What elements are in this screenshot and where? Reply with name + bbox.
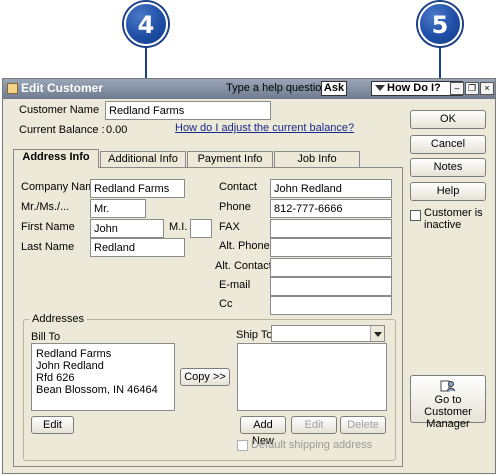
ship-to-textarea[interactable] — [237, 343, 387, 411]
callout-4: 4 — [124, 2, 168, 46]
first-name-label: First Name — [21, 221, 75, 233]
adjust-balance-link[interactable]: How do I adjust the current balance? — [175, 122, 354, 134]
cc-label: Cc — [219, 298, 233, 310]
customer-inactive-label-line1: Customer is — [424, 207, 483, 219]
salutation-label: Mr./Ms./... — [21, 201, 70, 213]
bill-to-line: Bean Blossom, IN 46464 — [36, 384, 158, 396]
ship-to-dropdown-arrow-icon[interactable] — [370, 326, 384, 341]
customer-inactive-checkbox[interactable] — [410, 210, 421, 221]
ship-to-edit-button[interactable]: Edit — [291, 416, 337, 434]
fax-input[interactable] — [270, 219, 392, 238]
how-do-i-label: How Do I? — [387, 82, 441, 94]
minimize-icon[interactable]: ‒ — [450, 82, 464, 95]
cancel-button[interactable]: Cancel — [410, 135, 486, 154]
bill-to-line: Rfd 626 — [36, 372, 75, 384]
notes-button[interactable]: Notes — [410, 158, 486, 177]
go-to-customer-manager-label-2: Manager — [426, 418, 470, 430]
middle-initial-input[interactable] — [190, 219, 212, 238]
alt-phone-label: Alt. Phone — [219, 240, 270, 252]
default-shipping-label: Default shipping address — [251, 439, 373, 451]
company-name-label: Company Name — [21, 181, 101, 193]
copy-address-button[interactable]: Copy >> — [180, 368, 230, 386]
current-balance-label: Current Balance : — [19, 124, 105, 136]
customer-name-label: Customer Name — [19, 104, 100, 116]
email-label: E-mail — [219, 279, 251, 291]
alt-contact-input[interactable] — [270, 258, 392, 277]
customer-inactive-label-line2: inactive — [424, 219, 462, 231]
default-shipping-checkbox[interactable] — [237, 440, 248, 451]
current-balance-value: 0.00 — [106, 124, 128, 136]
email-input[interactable] — [270, 277, 392, 296]
phone-label: Phone — [219, 201, 251, 213]
restore-icon[interactable]: ❐ — [465, 82, 479, 95]
help-button[interactable]: Help — [410, 182, 486, 201]
contact-input[interactable]: John Redland — [270, 179, 392, 198]
customer-inactive-label: Customer is inactive — [424, 207, 483, 231]
ask-button[interactable]: Ask — [321, 81, 347, 96]
delete-address-button[interactable]: Delete — [340, 416, 386, 434]
window-title: Edit Customer — [21, 81, 104, 95]
bill-to-label: Bill To — [31, 331, 61, 343]
bill-to-edit-button[interactable]: Edit — [31, 416, 74, 434]
last-name-label: Last Name — [21, 241, 75, 253]
contact-label: Contact — [219, 181, 257, 193]
close-icon[interactable]: × — [480, 82, 494, 95]
ship-to-label: Ship To — [236, 329, 273, 341]
bill-to-line: John Redland — [36, 360, 104, 372]
first-name-input[interactable]: John — [90, 219, 164, 238]
customer-name-input[interactable]: Redland Farms — [105, 101, 271, 120]
company-name-input[interactable]: Redland Farms — [90, 179, 185, 198]
go-to-customer-manager-label-1: Go to Customer — [424, 394, 472, 418]
last-name-input[interactable]: Redland — [90, 238, 185, 257]
alt-contact-label: Alt. Contact — [215, 260, 272, 272]
ok-button[interactable]: OK — [410, 110, 486, 129]
dropdown-arrow-icon — [375, 85, 385, 91]
add-new-address-button[interactable]: Add New — [240, 416, 286, 447]
bill-to-textarea[interactable]: Redland Farms John Redland Rfd 626 Bean … — [31, 343, 175, 411]
cc-input[interactable] — [270, 296, 392, 315]
edit-customer-window: Edit Customer Type a help question Ask H… — [2, 78, 496, 474]
tab-additional-info[interactable]: Additional Info — [100, 151, 186, 168]
addresses-group-title: Addresses — [29, 313, 87, 325]
middle-initial-label: M.I. — [169, 221, 188, 233]
bill-to-line: Redland Farms — [36, 348, 112, 360]
help-question-label: Type a help question — [226, 82, 328, 94]
fax-label: FAX — [219, 221, 240, 233]
go-to-customer-manager-button[interactable]: Go to Customer Manager — [410, 375, 486, 430]
tab-address-info[interactable]: Address Info — [13, 149, 99, 168]
callout-5: 5 — [418, 2, 462, 46]
salutation-input[interactable]: Mr. — [90, 199, 146, 218]
customer-manager-icon — [440, 380, 456, 392]
ship-to-dropdown[interactable] — [271, 325, 385, 342]
app-icon — [7, 83, 18, 94]
alt-phone-input[interactable] — [270, 238, 392, 257]
title-bar: Edit Customer Type a help question Ask H… — [3, 79, 495, 99]
tab-payment-info[interactable]: Payment Info — [187, 151, 273, 168]
phone-input[interactable]: 812-777-6666 — [270, 199, 392, 218]
tab-job-info[interactable]: Job Info — [274, 151, 360, 168]
